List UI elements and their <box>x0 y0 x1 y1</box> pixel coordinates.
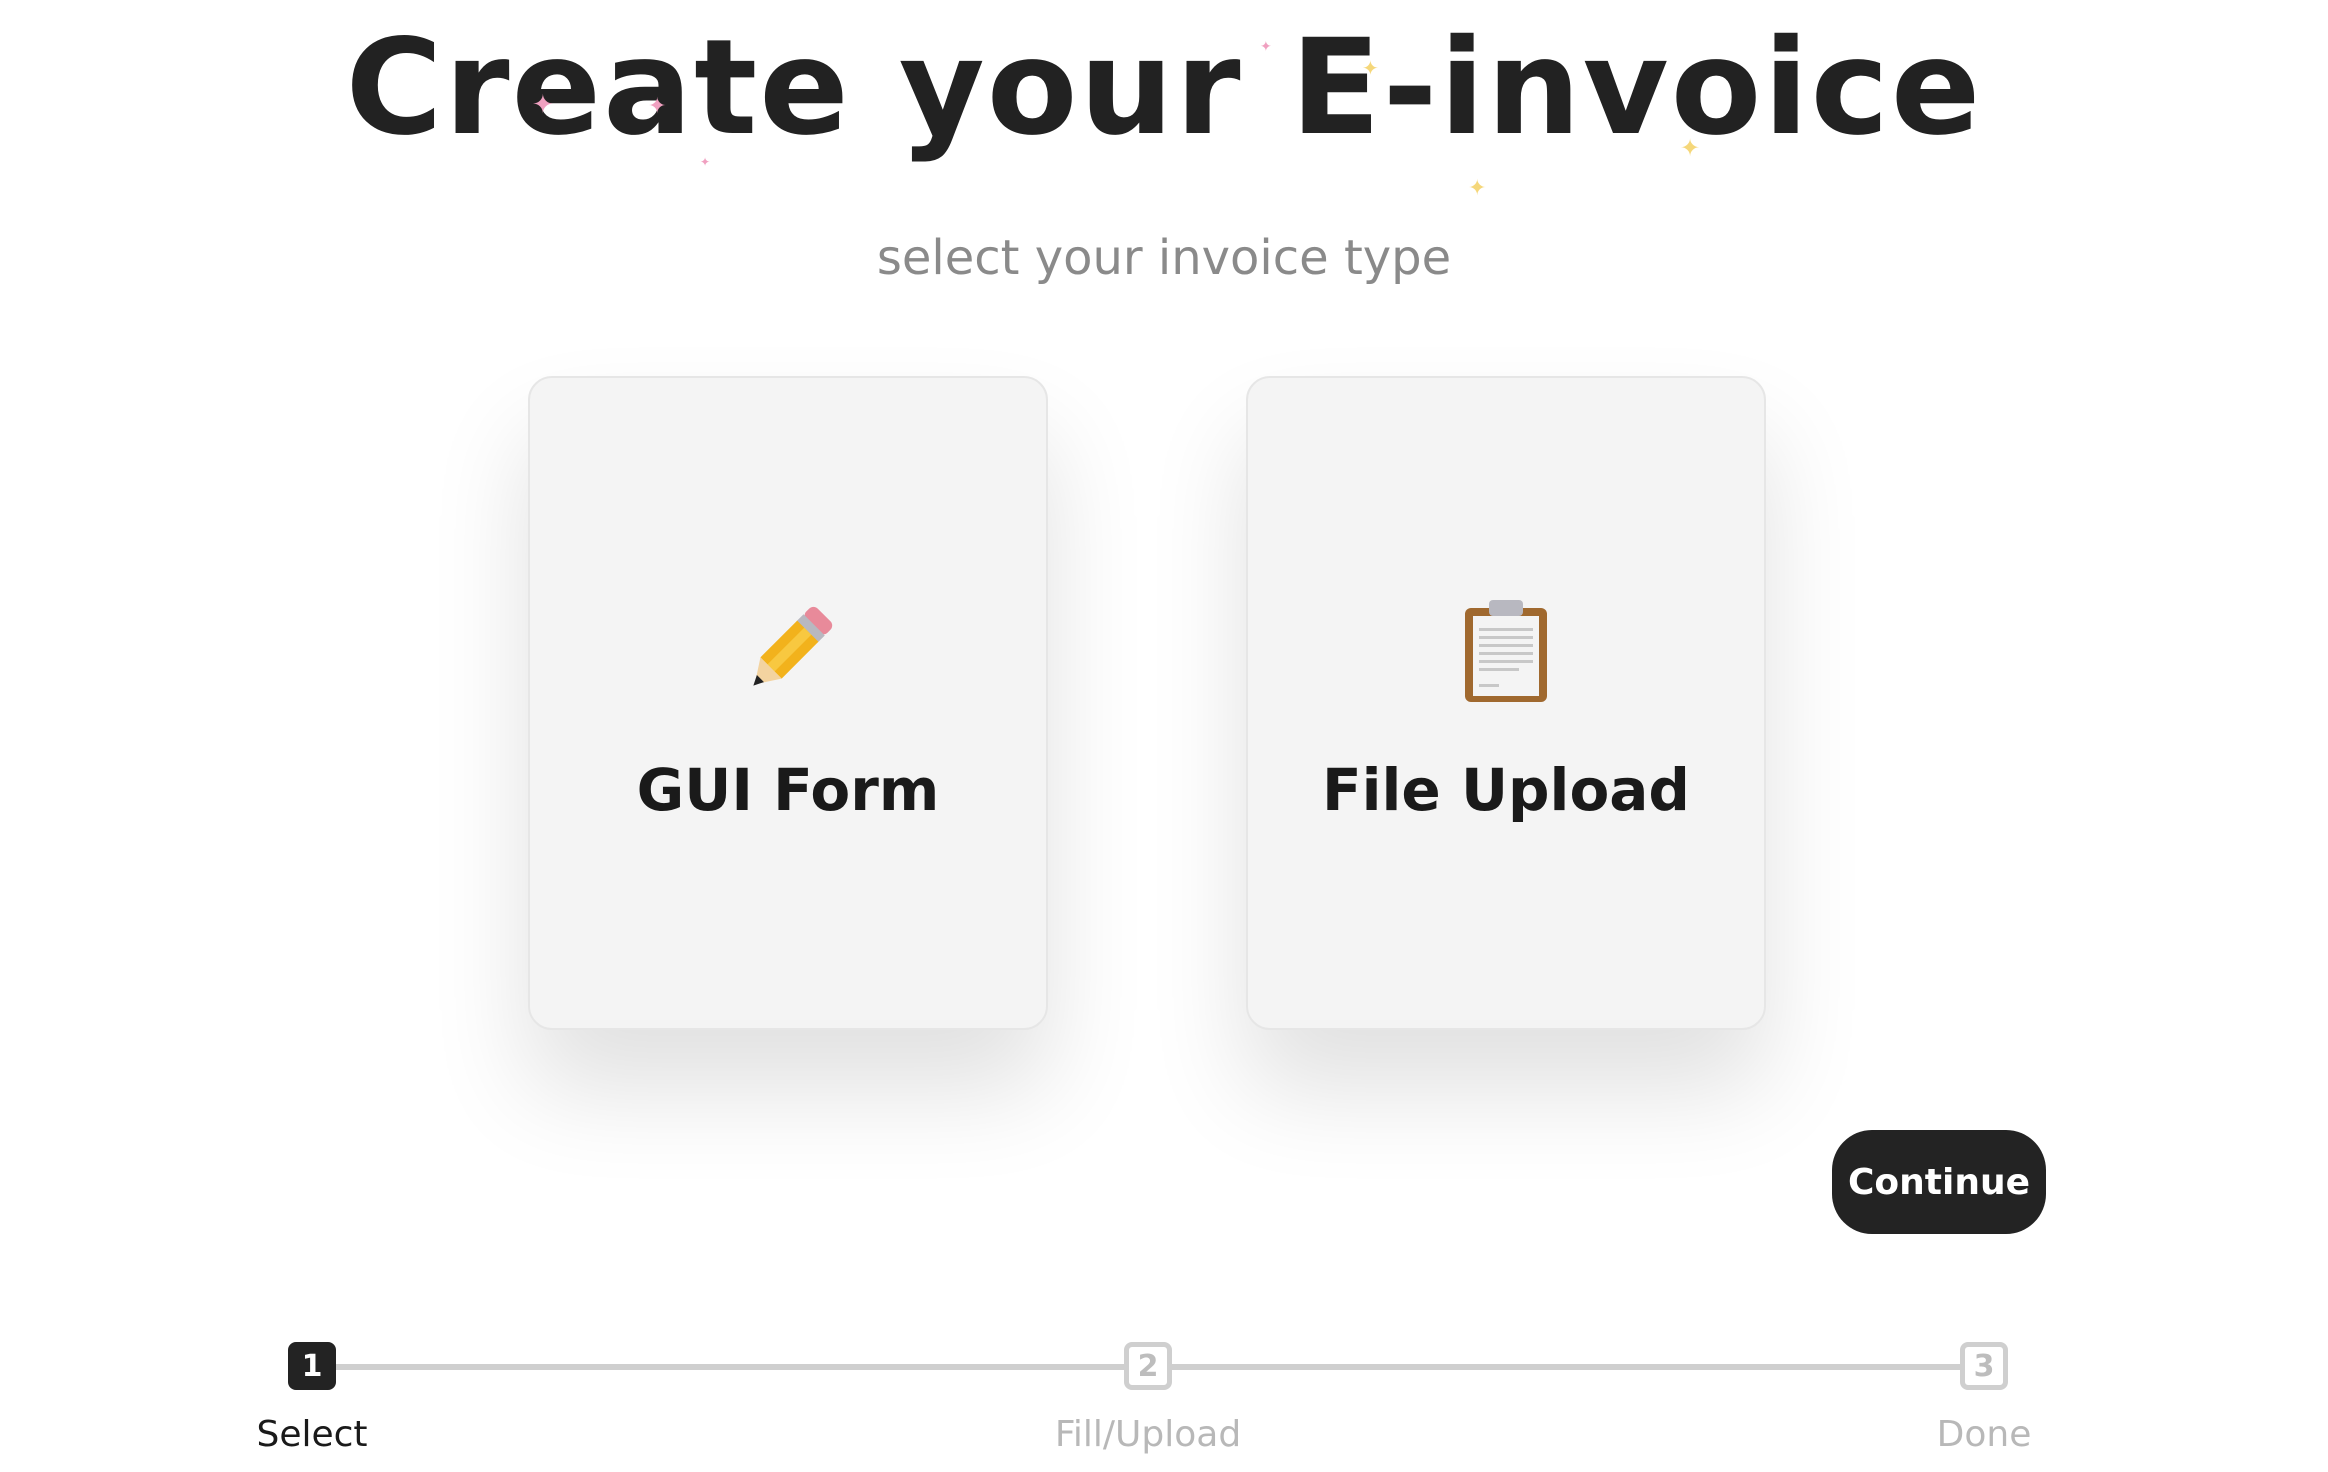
sparkle-icon: ✦ <box>700 155 711 169</box>
file-upload-label: File Upload <box>1322 756 1690 824</box>
page-title: Create your E-invoice <box>345 11 1983 165</box>
gui-form-label: GUI Form <box>636 756 940 824</box>
sparkle-icon: ✦ <box>1468 176 1487 201</box>
step-2-indicator: 2 <box>1124 1342 1172 1390</box>
step-2-label: Fill/Upload <box>1054 1414 1242 1455</box>
sparkle-icon: ✦ <box>648 94 667 119</box>
step-1-indicator: 1 <box>288 1342 336 1390</box>
step-3-label: Done <box>1936 1414 2032 1455</box>
stepper-connector <box>1172 1364 1964 1370</box>
gui-form-card[interactable]: GUI Form <box>528 376 1048 1030</box>
sparkle-icon: ✦ <box>1260 39 1272 55</box>
continue-button[interactable]: Continue <box>1832 1130 2046 1234</box>
sparkle-icon: ✦ <box>532 90 554 120</box>
sparkle-icon: ✦ <box>1680 134 1701 162</box>
pencil-icon <box>530 596 1046 706</box>
clipboard-icon <box>1248 596 1764 706</box>
step-1-label: Select <box>256 1414 368 1455</box>
file-upload-card[interactable]: File Upload <box>1246 376 1766 1030</box>
stepper-connector <box>336 1364 1132 1370</box>
sparkle-icon: ✦ <box>1362 56 1379 80</box>
page-subtitle: select your invoice type <box>876 230 1452 286</box>
step-3-indicator: 3 <box>1960 1342 2008 1390</box>
create-einvoice-page: Create your E-invoice ✦ ✦ ✦ ✦ ✦ ✦ ✦ sele… <box>0 0 2328 1472</box>
